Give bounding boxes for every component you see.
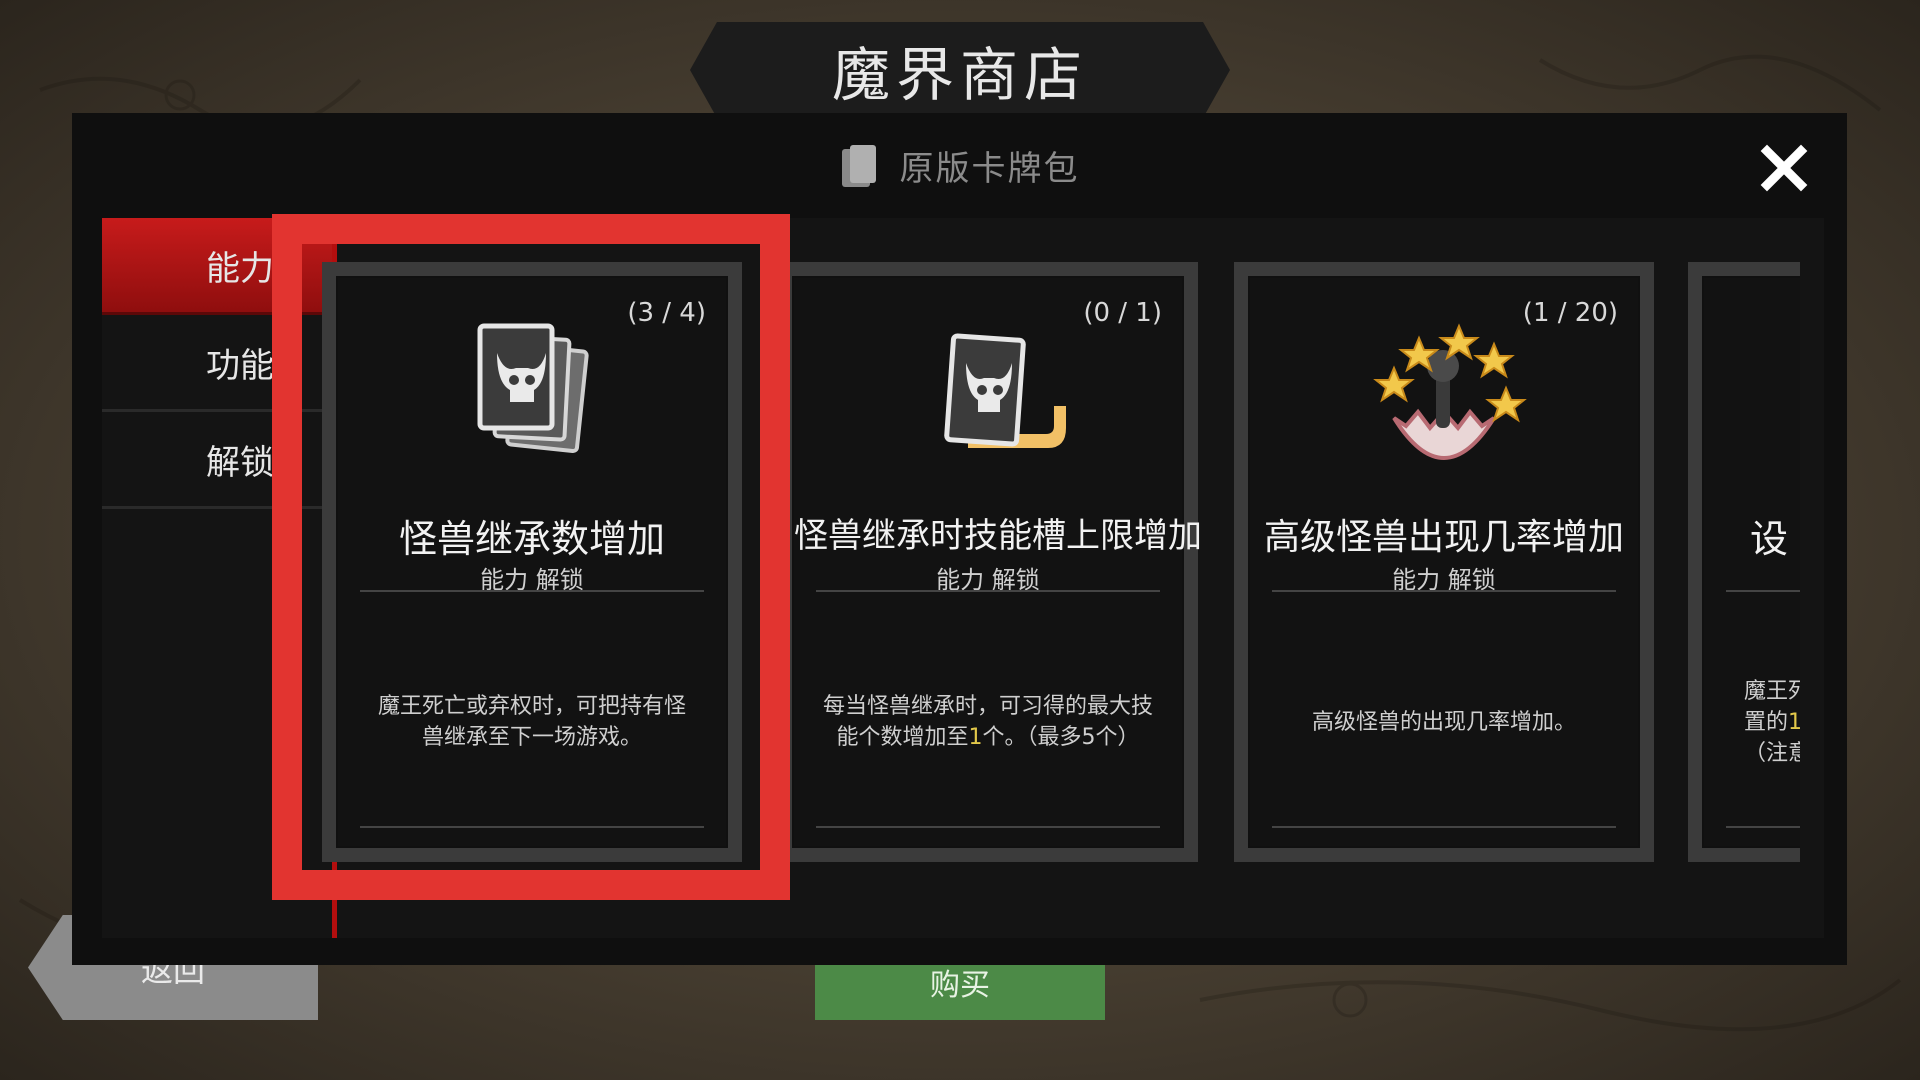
card-name: 高级怪兽出现几率增加 <box>1263 517 1624 558</box>
desc-text: 魔王死 <box>1744 678 1800 704</box>
desc-line: 魔王死亡或弃权时，可把持有怪 <box>377 694 686 719</box>
card-body: 设 魔王死 置的1个 （注意 <box>1704 278 1800 846</box>
shop-title-banner: 魔界商店 <box>690 22 1230 118</box>
modal-header: 原版卡牌包 <box>72 113 1847 218</box>
pack-title: 原版卡牌包 <box>899 149 1080 189</box>
card-clip: 设 魔王死 置的1个 （注意 <box>1688 262 1800 862</box>
card-pack-icon <box>841 144 876 187</box>
shop-title: 魔界商店 <box>831 41 1088 109</box>
upgrade-card[interactable]: (3 / 4) 怪兽继承数增加 能力 解锁 魔王死亡或弃权时，可把持有怪 兽继承至… <box>322 262 742 862</box>
card-description: 魔王死 置的1个 （注意 <box>1738 638 1800 806</box>
card-divider <box>1726 590 1800 592</box>
card-divider <box>1726 826 1800 828</box>
desc-highlight-value: 1 <box>1788 709 1800 735</box>
card-description: 每当怪兽继承时，可习得的最大技能个数增加至1个。（最多5个） <box>812 638 1164 806</box>
card-divider <box>360 590 704 592</box>
card-count: (0 / 1) <box>1083 298 1162 328</box>
upgrade-card[interactable]: 设 魔王死 置的1个 （注意 <box>1688 262 1800 862</box>
card-count: (3 / 4) <box>627 298 706 328</box>
card-name: 怪兽继承时技能槽上限增加 <box>794 516 1202 556</box>
card-divider <box>816 590 1160 592</box>
desc-text: 置的 <box>1744 709 1789 735</box>
monster-card-arrow-icon <box>944 333 1066 448</box>
card-name: 设 <box>1750 517 1789 561</box>
card-description: 魔王死亡或弃权时，可把持有怪 兽继承至下一场游戏。 <box>356 638 708 806</box>
close-icon[interactable] <box>1759 143 1809 193</box>
category-sidebar: 能力 功能 解锁 <box>102 218 332 509</box>
monster-cards-stack-icon <box>477 323 589 453</box>
card-count: (1 / 20) <box>1522 298 1618 328</box>
tab-unlock[interactable]: 解锁 <box>102 412 332 509</box>
card-name: 怪兽继承数增加 <box>398 517 665 561</box>
card-divider <box>1272 590 1616 592</box>
card-divider <box>1272 826 1616 828</box>
upgrade-card[interactable]: (1 / 20) 高级怪兽出现几率增加 能力 解锁 高级怪兽的出现几率增加。 <box>1234 262 1654 862</box>
buy-button[interactable]: 购买 <box>815 960 1105 1020</box>
upgrade-card[interactable]: (0 / 1) 怪兽继承时技能槽上限增加 能力 解锁 每当怪兽继承时，可习得的最… <box>778 262 1202 862</box>
card-body: (3 / 4) 怪兽继承数增加 能力 解锁 魔王死亡或弃权时，可把持有怪 兽继承至… <box>338 278 726 846</box>
card-divider <box>816 826 1160 828</box>
stars-egg-icon <box>1373 323 1527 460</box>
card-body: (1 / 20) 高级怪兽出现几率增加 能力 解锁 高级怪兽的出现几率增加。 <box>1250 278 1638 846</box>
desc-highlight-value: 1 <box>968 725 983 750</box>
card-divider <box>360 826 704 828</box>
desc-text: （注意 <box>1744 740 1800 766</box>
tab-ability[interactable]: 能力 <box>102 218 332 315</box>
tab-function[interactable]: 功能 <box>102 315 332 412</box>
card-description: 高级怪兽的出现几率增加。 <box>1268 638 1620 806</box>
card-body: (0 / 1) 怪兽继承时技能槽上限增加 能力 解锁 每当怪兽继承时，可习得的最… <box>794 278 1202 846</box>
desc-text: 个。（最多5个） <box>982 725 1140 750</box>
desc-line: 高级怪兽的出现几率增加。 <box>1311 709 1576 735</box>
desc-line: 兽继承至下一场游戏。 <box>421 725 642 750</box>
